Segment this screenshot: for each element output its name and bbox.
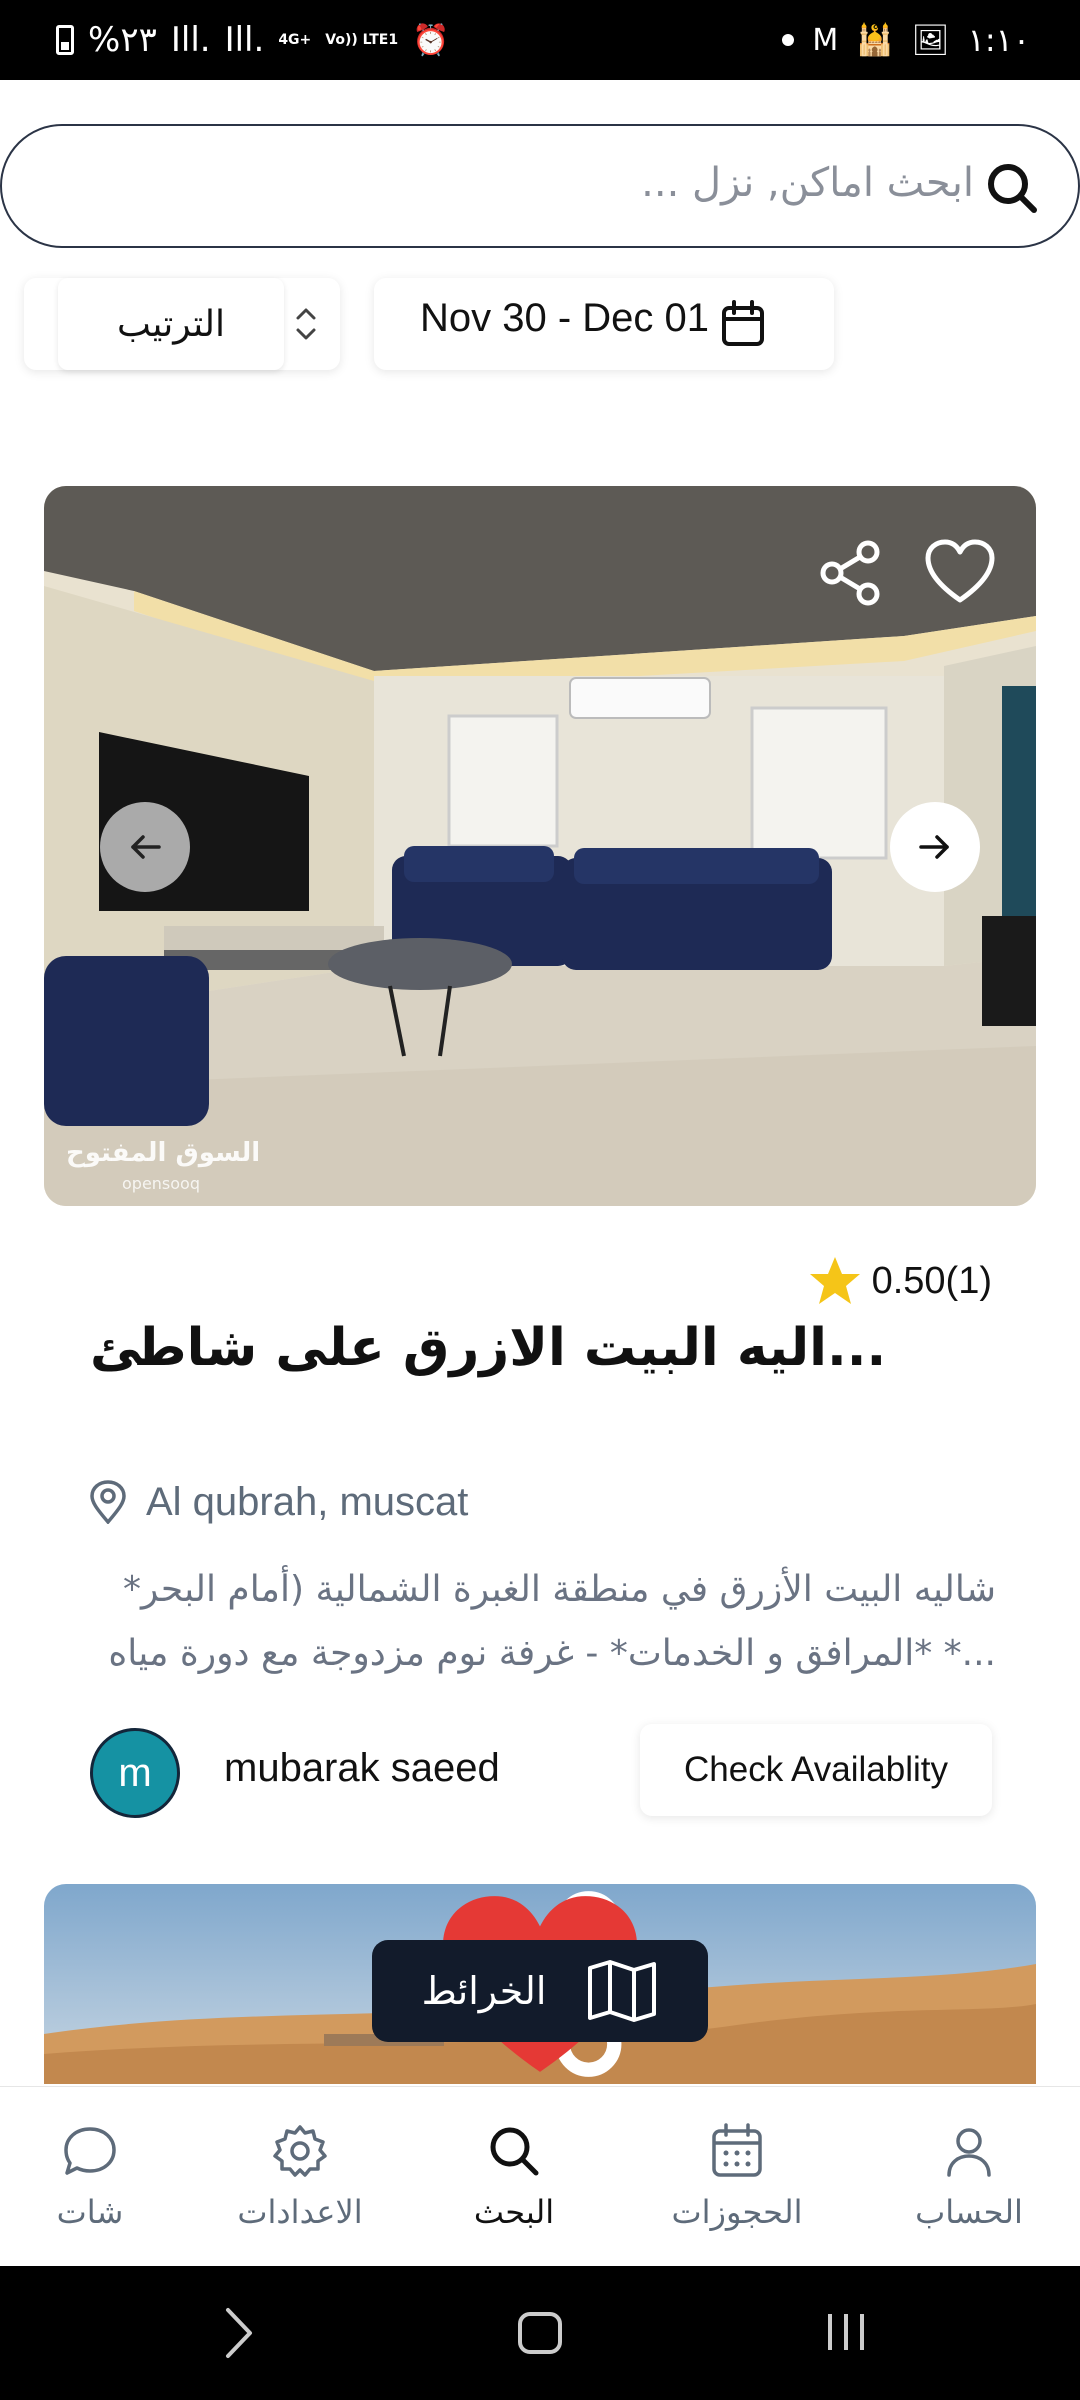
nav-bookings-label: الحجوزات xyxy=(671,2193,803,2231)
star-icon xyxy=(809,1257,860,1304)
location-pin-icon xyxy=(90,1480,126,1524)
notification-dot-icon xyxy=(782,34,795,46)
nav-account[interactable]: الحساب xyxy=(904,2087,1034,2267)
network-volte-label: Vo)) LTE1 xyxy=(325,32,399,48)
rating-value: 0.50(1) xyxy=(871,1259,992,1302)
check-availability-button[interactable]: Check Availablity xyxy=(640,1724,992,1816)
sort-button[interactable]: الترتيب xyxy=(58,278,284,370)
user-icon xyxy=(947,2128,991,2177)
search-icon xyxy=(490,2127,539,2176)
map-icon xyxy=(588,1960,657,2022)
nav-account-label: الحساب xyxy=(915,2193,1023,2231)
battery-icon xyxy=(56,25,74,55)
host-name[interactable]: mubarak saeed xyxy=(224,1746,500,1791)
listing-photo[interactable]: السوق المفتوح opensooq xyxy=(44,486,1036,1206)
search-input[interactable]: ابحث اماكن, نزل ... xyxy=(641,160,974,206)
host-avatar[interactable]: m xyxy=(90,1728,180,1818)
chat-bubble-icon xyxy=(64,2127,116,2175)
favorite-heart-icon[interactable] xyxy=(924,538,996,604)
nav-settings-label: الاعدادات xyxy=(237,2193,363,2231)
network-4g-label: 4G+ xyxy=(278,32,312,48)
nav-search-label: البحث xyxy=(473,2193,555,2231)
signal-2-icon: Ill. xyxy=(224,20,265,60)
maps-button[interactable]: الخرائط xyxy=(372,1940,708,2042)
signal-1-icon: Ill. xyxy=(170,20,211,60)
gear-icon xyxy=(273,2125,327,2177)
listing-description: شاليه البيت الأزرق في منطقة الغبرة الشما… xyxy=(90,1558,996,1686)
alarm-icon: ⏰ xyxy=(412,22,450,58)
description-line-1: شاليه البيت الأزرق في منطقة الغبرة الشما… xyxy=(123,1569,996,1610)
date-range-filter[interactable]: Nov 30 - Dec 01 xyxy=(374,278,834,370)
back-chevron-icon[interactable] xyxy=(222,2304,256,2362)
nav-chat-label: شات xyxy=(56,2193,124,2231)
clock: ١:١٠ xyxy=(967,21,1030,59)
nav-settings[interactable]: الاعدادات xyxy=(220,2087,380,2267)
battery-level: %٢٣ xyxy=(88,20,157,60)
status-bar: %٢٣ Ill. Ill. 4G+ Vo)) LTE1 ⏰ M 🕌 🖼 ١:١٠ xyxy=(0,0,1080,80)
sort-label: الترتيب xyxy=(117,303,225,345)
listing-title[interactable]: ...اليه البيت الازرق على شاطئ xyxy=(90,1318,886,1378)
calendar-icon xyxy=(712,2123,762,2177)
mosque-icon: 🕌 xyxy=(856,22,894,58)
opensooq-watermark: السوق المفتوح xyxy=(66,1138,261,1168)
description-line-2: ...* *المرافق و الخدمات* - غرفة نوم مزدو… xyxy=(108,1633,996,1674)
gmail-icon: M xyxy=(812,22,839,58)
previous-photo-button[interactable] xyxy=(100,802,190,892)
home-square-icon[interactable] xyxy=(516,2310,564,2356)
search-icon[interactable] xyxy=(980,156,1044,220)
opensooq-watermark-sub: opensooq xyxy=(122,1174,200,1193)
location-text: Al qubrah, muscat xyxy=(146,1479,469,1524)
arrow-left-icon xyxy=(131,835,161,859)
nav-chat[interactable]: شات xyxy=(30,2087,150,2267)
search-bar[interactable]: ابحث اماكن, نزل ... xyxy=(0,124,1080,248)
bottom-navigation: شات الاعدادات البحث الحجوزات الحساب xyxy=(0,2086,1080,2266)
arrow-right-icon xyxy=(919,835,949,859)
sort-filter[interactable]: الترتيب xyxy=(24,278,340,370)
next-photo-button[interactable] xyxy=(890,802,980,892)
gallery-icon: 🖼 xyxy=(911,22,950,58)
listing-rating: 0.50(1) xyxy=(808,1256,992,1306)
maps-label: الخرائط xyxy=(421,1969,547,2013)
share-icon[interactable] xyxy=(816,538,886,608)
calendar-icon[interactable] xyxy=(720,300,766,348)
system-navigation-bar xyxy=(0,2266,1080,2400)
nav-search[interactable]: البحث xyxy=(454,2087,574,2267)
listing-location: Al qubrah, muscat xyxy=(88,1474,468,1530)
sort-arrows-icon[interactable] xyxy=(286,300,326,348)
date-range-text: Nov 30 - Dec 01 xyxy=(420,296,710,340)
living-room-image xyxy=(44,486,1036,1206)
recent-apps-icon[interactable] xyxy=(822,2308,870,2356)
nav-bookings[interactable]: الحجوزات xyxy=(662,2087,812,2267)
